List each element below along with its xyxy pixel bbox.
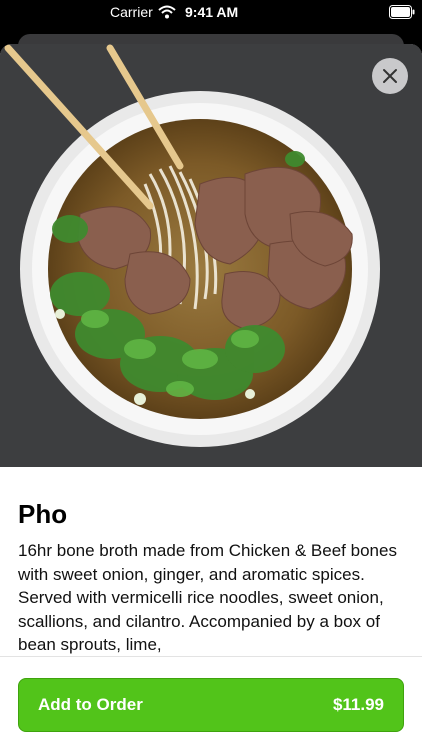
add-to-order-button[interactable]: Add to Order $11.99 [18, 678, 404, 732]
item-detail-sheet: Pho 16hr bone broth made from Chicken & … [0, 44, 422, 750]
close-icon [383, 69, 397, 83]
battery-icon [389, 5, 415, 22]
carrier-label: Carrier [110, 4, 153, 20]
item-title: Pho [18, 499, 68, 529]
item-price: $11.99 [332, 695, 384, 714]
item-photo [0, 44, 422, 467]
wifi-icon [158, 5, 176, 22]
close-button[interactable] [372, 58, 408, 94]
status-bar: Carrier 9:41 AM [0, 0, 422, 28]
item-info: Pho 16hr bone broth made from Chicken & … [0, 467, 422, 657]
item-description: 16hr bone broth made from Chicken & Beef… [18, 541, 397, 654]
bottom-action-bar: Add to Order $11.99 [0, 656, 422, 750]
clock: 9:41 AM [185, 4, 239, 20]
add-to-order-label: Add to Order [38, 695, 143, 714]
